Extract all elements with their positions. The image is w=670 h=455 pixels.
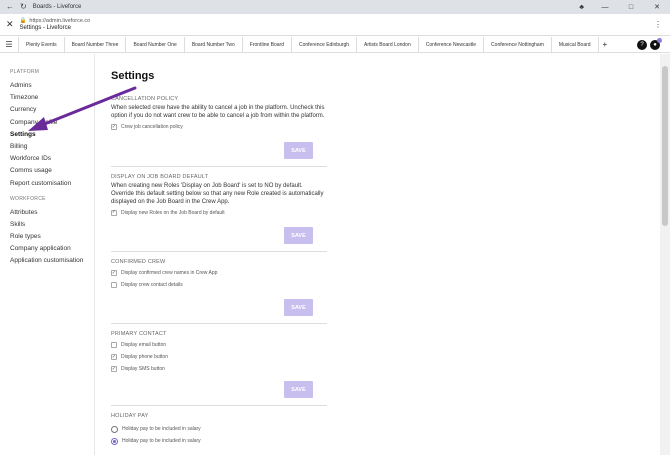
tab-board[interactable]: Conference Nottingham [483, 36, 551, 53]
checkbox-label: Display email button [121, 342, 167, 348]
checkbox-label: Display SMS button [121, 366, 165, 372]
hamburger-menu-icon[interactable]: ☰ [0, 40, 18, 49]
url-field[interactable]: 🔒 https://admin.liveforce.co [20, 18, 91, 24]
holiday-pay-radio-option[interactable]: Holiday pay to be included in salary [111, 435, 327, 447]
save-button[interactable]: SAVE [284, 227, 313, 244]
page-title-text: Settings - Liveforce [19, 25, 71, 31]
extensions-icon[interactable]: ♣ [571, 4, 592, 11]
tab-board[interactable]: Musical Board [550, 36, 598, 53]
display-default-section: DISPLAY ON JOB BOARD DEFAULT When creati… [111, 174, 327, 219]
crew-cancellation-checkbox[interactable]: ✓ Crew job cancellation policy [111, 121, 327, 133]
close-icon[interactable]: ✕ [0, 19, 20, 30]
sidebar-section-platform: PLATFORM [10, 69, 40, 75]
sidebar-item-comms-usage[interactable]: Comms usage [0, 165, 94, 177]
browser-title-bar: ← ↻ Boards - Liveforce ♣ — □ ✕ [0, 0, 670, 14]
tab-board[interactable]: Frontline Board [241, 36, 291, 53]
display-confirmed-crew-checkbox[interactable]: ✓ Display confirmed crew names in Crew A… [111, 267, 327, 279]
checkbox-checked-icon[interactable]: ✓ [111, 354, 117, 360]
display-phone-checkbox[interactable]: ✓ Display phone button [111, 351, 327, 363]
sidebar-item-billing[interactable]: Billing [0, 141, 94, 153]
tab-board[interactable]: Board Number Three [63, 36, 126, 53]
sidebar-item-report-customisation[interactable]: Report customisation [0, 178, 94, 190]
checkbox-label: Crew job cancellation policy [121, 124, 183, 131]
tab-board[interactable]: Board Number One [125, 36, 183, 53]
checkbox-checked-icon[interactable]: ✓ [111, 366, 117, 372]
minimize-icon[interactable]: — [592, 0, 618, 14]
save-button[interactable]: SAVE [284, 381, 313, 398]
close-window-icon[interactable]: ✕ [644, 0, 670, 14]
checkbox-label: Display confirmed crew names in Crew App [121, 270, 218, 276]
confirmed-crew-section: CONFIRMED CREW ✓ Display confirmed crew … [111, 259, 327, 291]
radio-label: Holiday pay to be included in salary [122, 426, 201, 432]
divider [111, 251, 327, 252]
section-description: When creating new Roles 'Display on Job … [111, 183, 324, 206]
browser-tab-title[interactable]: Boards - Liveforce [33, 4, 82, 10]
sidebar-item-admins[interactable]: Admins [0, 80, 94, 92]
sidebar-item-company-application[interactable]: Company application [0, 243, 94, 255]
save-button[interactable]: SAVE [284, 142, 313, 159]
checkbox-label: Display crew contact details [121, 282, 183, 288]
sidebar-item-timezone[interactable]: Timezone [0, 92, 94, 104]
sidebar-item-attributes[interactable]: Attributes [0, 207, 94, 219]
tab-board[interactable]: Conference Newcastle [417, 36, 483, 53]
url-text: https://admin.liveforce.co [29, 18, 91, 24]
maximize-icon[interactable]: □ [618, 0, 644, 14]
page-heading: Settings [111, 70, 155, 82]
lock-icon: 🔒 [19, 18, 27, 24]
more-menu-icon[interactable]: ⋮ [654, 20, 670, 29]
radio-label: Holiday pay to be included in salary [122, 438, 201, 444]
checkbox-label: Display phone button [121, 354, 168, 360]
page-scrollbar[interactable] [660, 54, 670, 455]
tab-board[interactable]: Plenty Events [18, 36, 64, 53]
divider [111, 166, 327, 167]
holiday-pay-radio-option[interactable]: Holiday pay to be included in salary [111, 423, 327, 435]
section-title: CONFIRMED CREW [111, 259, 166, 265]
cancellation-policy-section: CANCELLATION POLICY When selected crew h… [111, 96, 327, 133]
checkbox-checked-icon[interactable]: ✓ [111, 124, 117, 131]
settings-sidebar: PLATFORM Admins Timezone Currency Compan… [0, 54, 95, 455]
section-title: HOLIDAY PAY [111, 413, 149, 419]
help-icon[interactable]: ? [637, 39, 647, 50]
display-new-roles-checkbox[interactable]: ✓ Display new Roles on the Job Board by … [111, 207, 327, 219]
radio-selected-icon[interactable] [111, 437, 118, 445]
tab-board[interactable]: Conference Edinburgh [290, 36, 356, 53]
section-title: DISPLAY ON JOB BOARD DEFAULT [111, 174, 209, 180]
back-icon[interactable]: ← [6, 3, 14, 11]
section-title: PRIMARY CONTACT [111, 331, 167, 337]
primary-contact-section: PRIMARY CONTACT Display email button ✓ D… [111, 331, 327, 375]
checkbox-checked-icon[interactable]: ✓ [111, 270, 117, 276]
checkbox-label: Display new Roles on the Job Board by de… [121, 209, 225, 216]
sidebar-item-settings[interactable]: Settings [0, 129, 94, 141]
reload-icon[interactable]: ↻ [20, 3, 27, 11]
sidebar-section-workforce: WORKFORCE [10, 195, 46, 202]
checkbox-unchecked-icon[interactable] [111, 282, 117, 288]
add-tab-icon[interactable]: + [597, 36, 612, 53]
display-sms-checkbox[interactable]: ✓ Display SMS button [111, 363, 327, 375]
sidebar-item-role-types[interactable]: Role types [0, 231, 94, 243]
checkbox-checked-icon[interactable]: ✓ [111, 209, 117, 216]
divider [111, 323, 327, 324]
tab-board[interactable]: Board Number Two [183, 36, 242, 53]
sidebar-item-application-customisation[interactable]: Application customisation [0, 255, 94, 267]
sidebar-item-company-profile[interactable]: Company profile [0, 117, 94, 129]
section-description: When selected crew have the ability to c… [111, 105, 325, 120]
address-bar: ✕ 🔒 https://admin.liveforce.co Settings … [0, 14, 670, 36]
divider [111, 405, 327, 406]
board-tab-bar: ☰ Plenty Events Board Number Three Board… [0, 36, 670, 53]
radio-unselected-icon[interactable] [111, 425, 118, 433]
settings-main: Settings CANCELLATION POLICY When select… [96, 54, 660, 455]
display-crew-contact-checkbox[interactable]: Display crew contact details [111, 279, 327, 291]
checkbox-unchecked-icon[interactable] [111, 342, 117, 348]
notifications-icon[interactable]: ● [650, 37, 662, 50]
sidebar-item-skills[interactable]: Skills [0, 219, 94, 231]
sidebar-item-currency[interactable]: Currency [0, 104, 94, 116]
save-button[interactable]: SAVE [284, 299, 313, 316]
scrollbar-thumb[interactable] [662, 66, 668, 226]
notification-badge [657, 37, 662, 43]
holiday-pay-section: HOLIDAY PAY Holiday pay to be included i… [111, 413, 327, 447]
display-email-checkbox[interactable]: Display email button [111, 339, 327, 351]
section-title: CANCELLATION POLICY [111, 96, 179, 102]
tab-board[interactable]: Artists Board London [356, 36, 418, 53]
sidebar-item-workforce-ids[interactable]: Workforce IDs [0, 153, 94, 165]
